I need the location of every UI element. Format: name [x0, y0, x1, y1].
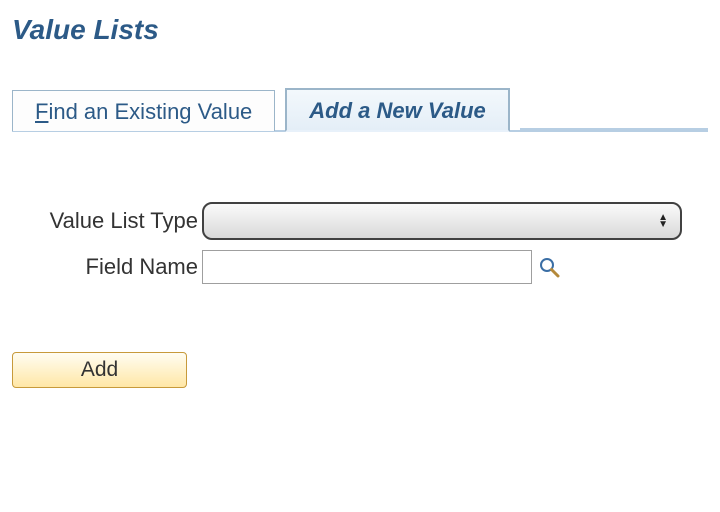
lookup-field-name[interactable]	[538, 256, 560, 278]
chevron-updown-icon: ▲▼	[658, 214, 668, 228]
tab-find-accesskey: F	[35, 99, 48, 124]
tab-add-new[interactable]: Add a New Value	[285, 88, 509, 132]
row-field-name: Field Name	[12, 250, 708, 284]
tab-find-existing[interactable]: Find an Existing Value	[12, 90, 275, 131]
row-value-list-type: Value List Type ▲▼	[12, 202, 708, 240]
tab-row: Find an Existing Value Add a New Value	[12, 86, 708, 132]
label-value-list-type: Value List Type	[12, 208, 202, 234]
add-button[interactable]: Add	[12, 352, 187, 388]
tab-find-rest: ind an Existing Value	[48, 99, 252, 124]
input-field-name[interactable]	[202, 250, 532, 284]
select-value-list-type[interactable]: ▲▼	[202, 202, 682, 240]
tab-add-label: Add a New Value	[309, 98, 485, 123]
label-field-name: Field Name	[12, 254, 202, 280]
page-title: Value Lists	[12, 14, 708, 46]
search-icon	[538, 256, 560, 278]
